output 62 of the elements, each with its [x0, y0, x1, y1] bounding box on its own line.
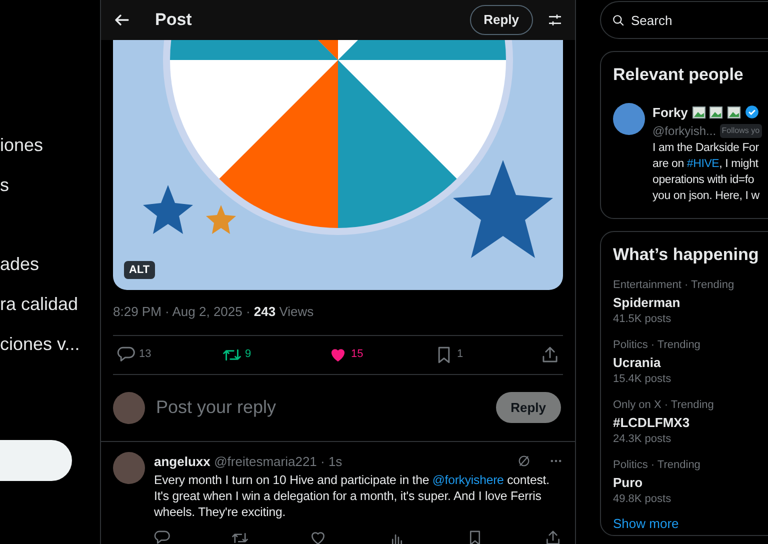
broken-image-icon — [709, 106, 724, 119]
slash-circle-icon[interactable] — [517, 454, 532, 468]
trend-context: Only on X · Trending — [613, 398, 715, 412]
trend-count: 15.4K posts — [613, 372, 672, 386]
repost-button[interactable]: 9 — [223, 346, 303, 364]
trend-name[interactable]: Spiderman — [613, 294, 768, 310]
share-icon[interactable] — [544, 530, 561, 544]
settings-icon[interactable] — [547, 12, 563, 28]
user-handle: @forkyish... — [652, 123, 716, 140]
hashtag-link[interactable]: #HIVE — [686, 158, 720, 170]
trend-context: Entertainment · Trending — [613, 278, 736, 292]
post-timestamp: 8:29 PM · Aug 2, 2025 · 243 Views — [113, 290, 563, 336]
trend-context: Politics · Trending — [613, 458, 702, 472]
reply-button[interactable]: Reply — [496, 392, 561, 424]
user-name[interactable]: angeluxx — [154, 452, 210, 471]
reply-text: Every month I turn on 10 Hive and participate in the @forkyishere contest. It's great when I win a delegation for a month, it's super. And I love Ferris wheels. They're exciting. — [154, 472, 550, 520]
post-image[interactable]: ALT — [113, 40, 563, 290]
search-field[interactable]: Search — [600, 1, 768, 39]
nav-item[interactable]: iones — [0, 133, 100, 173]
bio-text: I am the Darkside For — [652, 141, 760, 156]
share-icon — [541, 346, 559, 364]
share-button[interactable] — [541, 346, 559, 364]
card-title: Relevant people — [613, 64, 744, 86]
trend-name[interactable]: Ucrania — [613, 354, 768, 370]
follows-badge: Follows yo — [720, 124, 762, 138]
page-title: Post — [155, 9, 192, 32]
trend-count: 41.5K posts — [613, 312, 672, 326]
reply-button[interactable]: 13 — [117, 346, 197, 364]
nav-item[interactable]: ciones v... — [0, 332, 100, 372]
broken-image-icon — [727, 106, 742, 119]
bio-text: you on json. Here, I w — [652, 189, 760, 204]
like-button[interactable]: 15 — [329, 346, 409, 364]
search-icon — [612, 14, 625, 27]
verified-icon — [744, 105, 759, 120]
trend-name[interactable]: Puro — [613, 474, 768, 490]
avatar — [113, 452, 145, 484]
trend-count: 49.8K posts — [613, 492, 672, 506]
heart-icon[interactable] — [310, 530, 326, 544]
nav-item[interactable]: ra calidad — [0, 292, 100, 332]
user-name[interactable]: Forky — [652, 102, 688, 122]
repost-icon[interactable] — [232, 530, 248, 544]
show-more-link[interactable]: Show more — [613, 514, 679, 533]
bookmark-button[interactable]: 1 — [435, 346, 515, 364]
nav-item[interactable]: s — [0, 173, 100, 213]
avatar — [113, 392, 145, 424]
reply-button[interactable]: Reply — [470, 5, 533, 35]
nav-item[interactable]: ades — [0, 252, 100, 292]
alt-badge[interactable]: ALT — [124, 260, 155, 279]
trend-name[interactable]: #LCDLFMX3 — [613, 414, 768, 430]
comment-icon — [117, 346, 135, 364]
trend-count: 24.3K posts — [613, 432, 672, 446]
bio-text: operations with id=fo — [652, 173, 756, 188]
post-button[interactable] — [0, 440, 72, 481]
bio-text: are on #HIVE, I might — [652, 157, 760, 172]
reply-input[interactable]: Post your reply — [154, 393, 487, 422]
mention-link[interactable]: @forkyishere — [432, 473, 504, 487]
trend-context: Politics · Trending — [613, 338, 702, 352]
comment-icon[interactable] — [154, 530, 170, 544]
card-title: What’s happening — [613, 244, 760, 266]
broken-image-icon — [692, 106, 706, 119]
avatar — [613, 102, 645, 134]
user-handle: @freitesmaria221 · 1s — [214, 452, 342, 470]
